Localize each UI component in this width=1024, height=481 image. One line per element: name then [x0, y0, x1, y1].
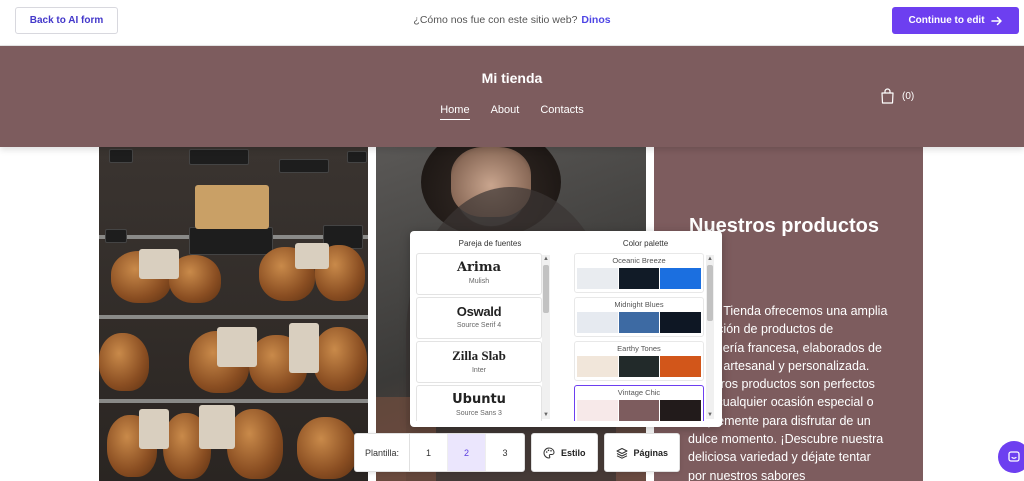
chat-icon: [1008, 451, 1020, 462]
template-option-1[interactable]: 1: [410, 434, 449, 471]
font-pair-name: Ubuntu: [452, 392, 506, 407]
font-pair-card[interactable]: Zilla Slab Inter: [416, 341, 542, 383]
store-title: Mi tienda: [481, 70, 543, 86]
site-nav: Home About Contacts: [0, 104, 1024, 120]
nav-about[interactable]: About: [491, 104, 520, 120]
template-selector: Plantilla: 1 2 3: [354, 433, 526, 472]
font-pairs-title: Pareja de fuentes: [458, 239, 522, 248]
pages-label: Páginas: [633, 447, 669, 458]
font-pair-sub: Source Sans 3: [456, 410, 502, 417]
arrow-right-icon: [990, 16, 1002, 25]
scroll-up-icon[interactable]: ▲: [706, 255, 714, 263]
font-list-scrollbar[interactable]: ▲ ▼: [542, 255, 550, 419]
palette-card[interactable]: Oceanic Breeze: [574, 253, 704, 293]
color-swatch: [577, 356, 618, 377]
color-swatch: [577, 268, 618, 289]
font-pair-name: Zilla Slab: [452, 348, 506, 363]
cart-count: (0): [902, 90, 915, 102]
palette-name: Midnight Blues: [614, 300, 664, 309]
cart-button[interactable]: (0): [880, 88, 914, 104]
chat-support-button[interactable]: [998, 441, 1024, 473]
palette-card[interactable]: Earthy Tones: [574, 341, 704, 381]
scroll-down-icon[interactable]: ▼: [706, 411, 714, 419]
scroll-down-icon[interactable]: ▼: [542, 411, 550, 419]
palette-list-scroll-thumb[interactable]: [707, 265, 713, 321]
palette-name: Earthy Tones: [617, 344, 661, 353]
shopping-bag-icon: [881, 88, 894, 104]
font-pair-name: Arima: [456, 260, 502, 275]
color-swatch: [618, 356, 660, 377]
layers-icon: [616, 447, 628, 459]
color-swatch: [660, 356, 702, 377]
palette-card[interactable]: Midnight Blues: [574, 297, 704, 337]
nav-home[interactable]: Home: [440, 104, 470, 120]
font-pair-sub: Mulish: [468, 278, 490, 285]
bakery-shelves-image: [99, 147, 368, 481]
palette-name: Vintage Chic: [617, 388, 661, 397]
style-label: Estilo: [561, 447, 586, 458]
palette-name: Oceanic Breeze: [612, 256, 666, 265]
template-option-2[interactable]: 2: [448, 434, 487, 471]
color-palettes-list: Oceanic Breeze Midnight Blues Earthy Ton…: [574, 253, 717, 421]
nav-contacts[interactable]: Contacts: [540, 104, 583, 120]
template-label: Plantilla:: [355, 434, 411, 471]
theme-picker-popover: Pareja de fuentes Color palette Arima Mu…: [410, 231, 722, 427]
feedback-prompt: ¿Cómo nos fue con este sitio web? Dinos: [0, 14, 1024, 26]
editor-topbar: Back to AI form ¿Cómo nos fue con este s…: [0, 0, 1024, 46]
color-palette-title: Color palette: [622, 239, 669, 248]
pages-button[interactable]: Páginas: [603, 433, 681, 472]
color-swatch: [660, 400, 702, 421]
continue-to-edit-button[interactable]: Continue to edit: [892, 7, 1019, 34]
palette-icon: [543, 446, 555, 459]
font-pair-card[interactable]: Ubuntu Source Sans 3: [416, 385, 542, 421]
font-list-scroll-thumb[interactable]: [543, 265, 549, 313]
editor-toolbar: Plantilla: 1 2 3 Estilo Páginas: [354, 433, 681, 472]
palette-card-selected[interactable]: Vintage Chic: [574, 385, 704, 421]
color-swatch: [618, 312, 660, 333]
color-swatch: [660, 268, 702, 289]
continue-label: Continue to edit: [908, 15, 985, 26]
style-button[interactable]: Estilo: [531, 433, 598, 472]
font-pair-sub: Source Serif 4: [456, 322, 502, 329]
color-swatch: [618, 268, 660, 289]
scroll-up-icon[interactable]: ▲: [542, 255, 550, 263]
font-pair-card[interactable]: Arima Mulish: [416, 253, 542, 295]
palette-list-scrollbar[interactable]: ▲ ▼: [706, 255, 714, 419]
color-swatch: [577, 312, 618, 333]
feedback-question: ¿Cómo nos fue con este sitio web?: [413, 14, 578, 26]
font-pair-sub: Inter: [471, 367, 486, 374]
color-swatch: [577, 400, 618, 421]
font-pair-name: Oswald: [456, 304, 502, 319]
site-header: Mi tienda Home About Contacts (0): [0, 46, 1024, 147]
template-option-3[interactable]: 3: [486, 434, 524, 471]
color-swatch: [660, 312, 702, 333]
font-pair-card[interactable]: Oswald Source Serif 4: [416, 297, 542, 339]
color-swatch: [618, 400, 660, 421]
feedback-link[interactable]: Dinos: [581, 14, 610, 26]
